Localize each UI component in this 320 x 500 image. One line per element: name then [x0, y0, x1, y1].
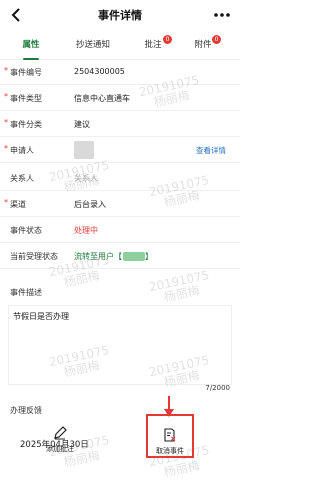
required-marker: * — [4, 198, 8, 207]
description-text: 节假日是否办理 — [13, 312, 69, 321]
more-options-icon[interactable] — [212, 6, 232, 24]
tab-cc-notification[interactable]: 抄送通知 — [68, 30, 118, 60]
tab-label: 抄送通知 — [75, 40, 110, 50]
attachments-count-badge: 0 — [212, 35, 221, 44]
feedback-label: 办理反馈 — [10, 406, 42, 415]
cancel-event-button[interactable]: 取消事件 — [146, 414, 194, 458]
field-event-no: * 事件编号 2504300005 — [0, 60, 240, 85]
applicant-redacted — [74, 141, 94, 159]
status-value: 处理中 — [74, 226, 98, 235]
field-label: 申请人 — [10, 146, 34, 155]
tab-label: 批注 — [144, 40, 162, 50]
page-title: 事件详情 — [98, 9, 142, 22]
field-label: 事件状态 — [10, 226, 42, 235]
cancel-document-icon — [164, 428, 176, 442]
field-current-status: 当前受理状态 流转至用户【】 — [0, 244, 240, 269]
event-no-value: 2504300005 — [74, 67, 125, 76]
tab-notes[interactable]: 批注 — [138, 30, 168, 60]
char-counter: 7/2000 — [205, 384, 230, 392]
event-type-value: 信息中心直通车 — [74, 94, 130, 103]
tab-label: 附件 — [194, 40, 212, 50]
notes-count-badge: 0 — [163, 35, 172, 44]
user-redacted — [123, 252, 145, 261]
field-label: 渠道 — [10, 200, 26, 209]
required-marker: * — [4, 66, 8, 75]
view-details-link[interactable]: 查看详情 — [196, 145, 226, 156]
required-marker: * — [4, 144, 8, 153]
add-note-label: 添加批注 — [46, 445, 74, 453]
channel-value: 后台录入 — [74, 200, 106, 209]
field-label: 关系人 — [10, 174, 34, 183]
required-marker: * — [4, 92, 8, 101]
field-event-type[interactable]: * 事件类型 信息中心直通车 — [0, 86, 240, 111]
header-bar: 事件详情 — [0, 0, 240, 30]
required-marker: * — [4, 118, 8, 127]
pencil-icon — [54, 426, 67, 440]
field-applicant: * 申请人 查看详情 — [0, 138, 240, 163]
event-category-value: 建议 — [74, 120, 90, 129]
tab-properties[interactable]: 属性 — [14, 30, 48, 60]
field-event-category[interactable]: * 事件分类 建议 — [0, 112, 240, 137]
field-label: 事件编号 — [10, 68, 42, 77]
add-note-button[interactable]: 添加批注 — [40, 426, 80, 454]
field-label: 事件分类 — [10, 120, 42, 129]
description-label: 事件描述 — [10, 288, 42, 297]
field-label: 当前受理状态 — [10, 252, 58, 261]
watermark: 20191075 杨丽梅 — [147, 267, 211, 305]
cancel-event-label: 取消事件 — [156, 447, 184, 455]
field-label: 事件类型 — [10, 94, 42, 103]
field-status: 事件状态 处理中 — [0, 218, 240, 243]
current-status-suffix: 】 — [145, 252, 153, 261]
tab-bar: 属性 抄送通知 批注 0 附件 0 — [0, 30, 240, 60]
tab-label: 属性 — [22, 40, 40, 50]
